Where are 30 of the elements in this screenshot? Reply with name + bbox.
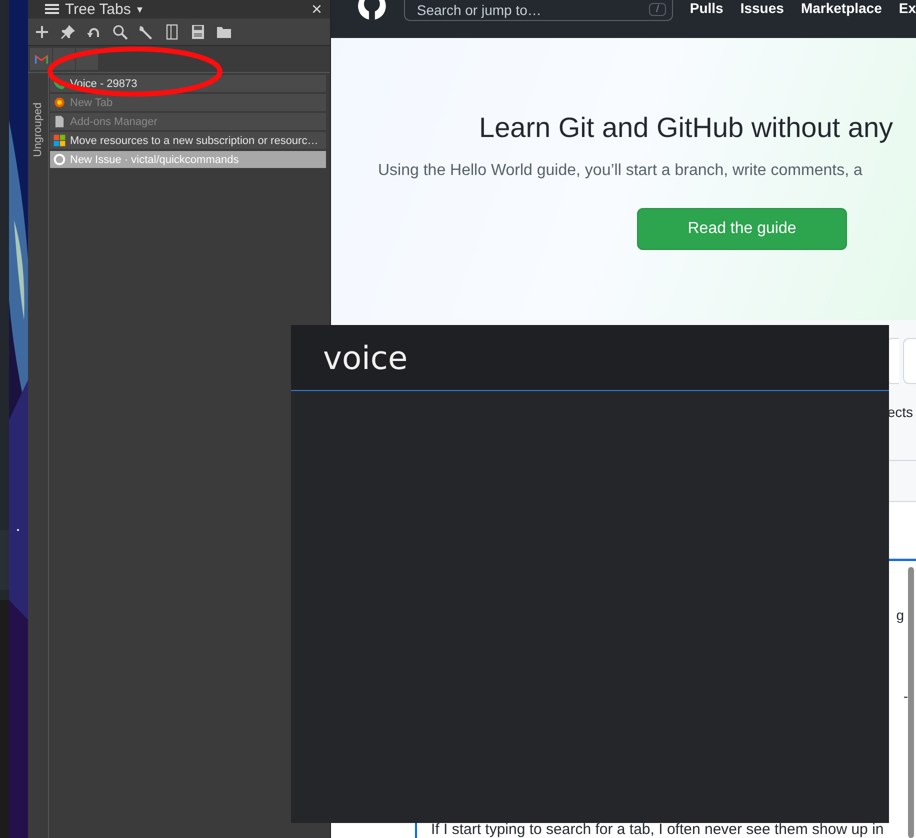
- pinned-tab[interactable]: [30, 48, 52, 70]
- plus-icon[interactable]: [34, 24, 50, 40]
- shortcut-key: /: [649, 3, 666, 16]
- nav-link[interactable]: Marketplace: [800, 0, 882, 16]
- nav-link[interactable]: Ex: [898, 0, 916, 16]
- text-fragment: g: [896, 607, 905, 623]
- close-button[interactable]: ×: [311, 0, 322, 20]
- save-icon[interactable]: [190, 24, 206, 40]
- tab-item[interactable]: Move resources to a new subscription or resourc…: [50, 132, 326, 149]
- nav-link[interactable]: Pulls: [690, 0, 724, 16]
- sidebar-icon[interactable]: [164, 24, 180, 40]
- nav-link[interactable]: Issues: [740, 0, 784, 16]
- hero-heading: Learn Git and GitHub without any: [479, 112, 894, 144]
- page-icon: [53, 115, 66, 128]
- panel-title[interactable]: Tree Tabs: [65, 0, 131, 18]
- mail-icon: [34, 52, 48, 66]
- folder-icon[interactable]: [216, 24, 232, 40]
- search-icon[interactable]: [112, 24, 128, 40]
- caret-icon[interactable]: ▾: [136, 2, 143, 16]
- menu-icon[interactable]: [45, 3, 59, 15]
- globe-icon: [53, 96, 66, 109]
- pin-icon[interactable]: [60, 24, 76, 40]
- text-fragment: -: [903, 688, 909, 704]
- search-field[interactable]: Search or jump to… /: [404, 0, 673, 21]
- scrollbar[interactable]: [908, 567, 914, 838]
- group-label[interactable]: Ungrouped: [32, 95, 44, 157]
- wrench-icon[interactable]: [138, 24, 154, 40]
- popup-title: voice: [323, 338, 408, 376]
- hero-text: Using the Hello World guide, you’ll start a branch, write comments, a: [378, 162, 864, 180]
- squares-icon: [53, 134, 66, 147]
